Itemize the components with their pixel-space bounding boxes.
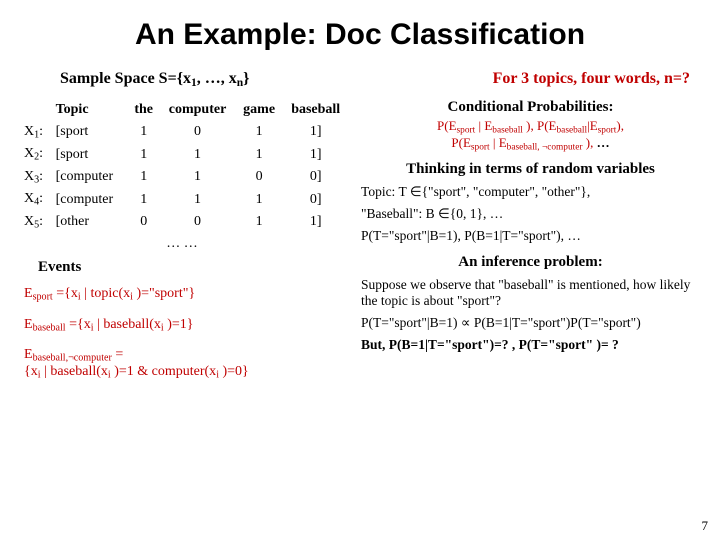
rv-line2: "Baseball": B ∈{0, 1}, … [361,206,700,222]
event-sport: Esport ={xi | topic(xi )="sport"} [24,286,349,303]
slide-title: An Example: Doc Classification [20,18,700,52]
cell: 1 [128,166,159,189]
cell: 0 [159,211,236,234]
cell: 1 [128,121,159,144]
table-header-row: Topic the computer game baseball [20,99,349,121]
table-row: X5: [other 0 0 1 1] [20,211,349,234]
table-dots-row: … … [20,233,349,255]
row-label: X1: [20,121,52,144]
right-column: Conditional Probabilities: P(Esport | Eb… [361,99,700,381]
th-baseball: baseball [282,99,349,121]
content-row: Topic the computer game baseball X1: [sp… [20,99,700,381]
right-header: For 3 topics, four words, n=? [493,70,690,89]
dots: … … [128,233,236,255]
row-label: X5: [20,211,52,234]
page-number: 7 [702,518,709,534]
cell: 1 [159,143,236,166]
cell: 1] [282,211,349,234]
ss-a: Sample Space S={x [60,70,191,87]
row-topic: [sport [52,143,129,166]
th-topic: Topic [52,99,129,121]
cell: 1 [236,121,283,144]
table-row: X4: [computer 1 1 1 0] [20,188,349,211]
row-label: X3: [20,166,52,189]
cell: 1 [236,211,283,234]
row-topic: [computer [52,166,129,189]
cell: 1 [236,143,283,166]
event-baseball: Ebaseball ={xi | baseball(xi )=1} [24,317,349,334]
row-topic: [sport [52,121,129,144]
th-game: game [236,99,283,121]
cell: 0] [282,166,349,189]
th-computer: computer [159,99,236,121]
cond-prob-title: Conditional Probabilities: [361,99,700,116]
row-topic: [other [52,211,129,234]
top-row: Sample Space S={x1, …, xn} For 3 topics,… [20,70,700,89]
table-row: X1: [sport 1 0 1 1] [20,121,349,144]
inference-prop: P(T="sport"|B=1) ∝ P(B=1|T="sport")P(T="… [361,315,700,331]
cond-prob-lines: P(Esport | Ebaseball ), P(Ebaseball|Espo… [361,118,700,153]
cell: 1 [159,188,236,211]
data-table: Topic the computer game baseball X1: [sp… [20,99,349,256]
cell: 1] [282,143,349,166]
row-label: X2: [20,143,52,166]
inference-but: But, P(B=1|T="sport")=? , P(T="sport" )=… [361,337,700,353]
sample-space-label: Sample Space S={x1, …, xn} [60,70,249,89]
ss-mid: , …, x [197,70,237,87]
rv-line1: Topic: T ∈{"sport", "computer", "other"}… [361,184,700,200]
cell: 1] [282,121,349,144]
row-topic: [computer [52,188,129,211]
events-label: Events [38,259,349,276]
table-row: X2: [sport 1 1 1 1] [20,143,349,166]
cell: 0 [236,166,283,189]
cell: 0 [128,211,159,234]
ss-tail: } [243,70,249,87]
th-the: the [128,99,159,121]
left-column: Topic the computer game baseball X1: [sp… [20,99,349,381]
cell: 1 [128,188,159,211]
row-label: X4: [20,188,52,211]
event-baseball-notcomputer: Ebaseball,¬computer = {xi | baseball(xi … [24,347,349,380]
cell: 1 [128,143,159,166]
table-row: X3: [computer 1 1 0 0] [20,166,349,189]
cell: 1 [159,166,236,189]
inference-title: An inference problem: [361,254,700,271]
slide: An Example: Doc Classification Sample Sp… [0,0,720,381]
rv-line3: P(T="sport"|B=1), P(B=1|T="sport"), … [361,228,700,244]
rv-title: Thinking in terms of random variables [361,161,700,178]
inference-q: Suppose we observe that "baseball" is me… [361,277,700,309]
cell: 0] [282,188,349,211]
cell: 0 [159,121,236,144]
cell: 1 [236,188,283,211]
